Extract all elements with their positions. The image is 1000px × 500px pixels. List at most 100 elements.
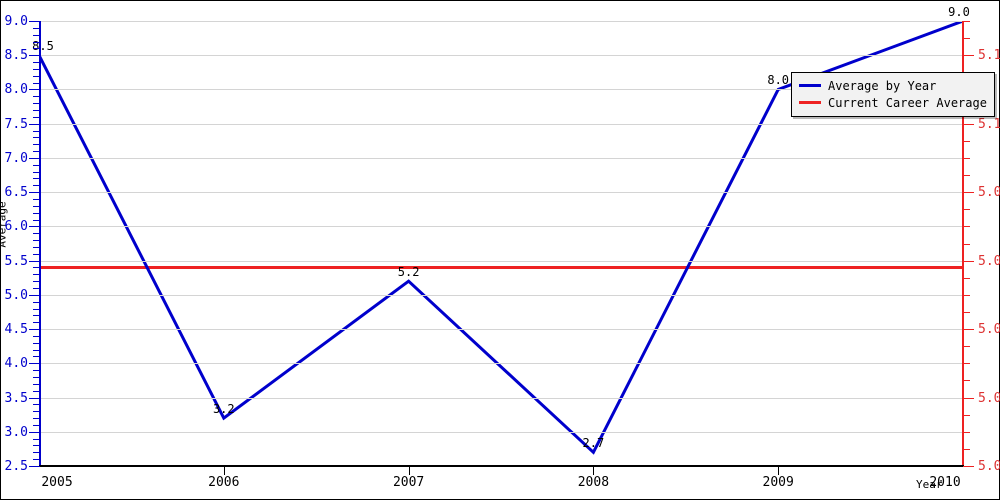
y-axis-left-tick (29, 55, 40, 57)
y-axis-left-minor-tick (33, 137, 40, 139)
y-axis-right-minor-tick (963, 380, 970, 382)
y-axis-left-tick-label: 9.0 (4, 14, 28, 29)
chart-container: 8.5 3.2 5.2 2.7 8.0 9.0 2.5 3.0 3.5 4.0 4.5 5.0 5.5… (0, 0, 1000, 500)
y-axis-left-minor-tick (33, 253, 40, 255)
y-axis-left-minor-tick (33, 424, 40, 426)
y-axis-left-minor-tick (33, 205, 40, 207)
y-axis-left-tick (29, 466, 40, 467)
y-axis-left-minor-tick (33, 315, 40, 317)
y-axis-right-tick-label: 5.12 (978, 48, 1000, 64)
y-axis-right-minor-tick (963, 140, 970, 142)
y-axis-right-minor-tick (963, 448, 970, 450)
y-axis-left-minor-tick (33, 246, 40, 248)
y-axis-left-tick (29, 226, 40, 228)
x-axis-title: Year (916, 478, 943, 491)
y-axis-right-tick-label: 5.06 (978, 253, 1000, 269)
y-axis-left-minor-tick (33, 240, 40, 242)
y-axis-right-minor-tick (963, 277, 970, 279)
y-axis-left-minor-tick (33, 390, 40, 392)
y-axis-left-tick-label: 4.5 (4, 322, 28, 338)
y-axis-left-minor-tick (33, 411, 40, 413)
y-axis-left-minor-tick (33, 349, 40, 351)
y-axis-left-minor-tick (33, 459, 40, 461)
y-axis-right-minor-tick (963, 363, 970, 365)
x-axis-tick-label: 2007 (392, 475, 425, 490)
data-point-label: 2.7 (582, 436, 605, 451)
y-axis-right-tick (963, 329, 974, 331)
y-axis-left-minor-tick (33, 164, 40, 166)
chart-legend[interactable]: Average by Year Current Career Average (791, 72, 995, 117)
y-axis-right-tick-label: 5.10 (978, 116, 1000, 132)
y-axis-right-minor-tick (963, 38, 970, 40)
y-axis-right-minor-tick (963, 226, 970, 228)
y-axis-left-minor-tick (33, 199, 40, 200)
data-point-label: 3.2 (212, 402, 235, 417)
y-axis-left-minor-tick (33, 68, 40, 70)
y-axis-left-minor-tick (33, 452, 40, 454)
y-axis-left-minor-tick (33, 48, 40, 50)
y-axis-right-tick-label: 5.00 (978, 459, 1000, 474)
gridline (39, 363, 963, 364)
y-axis-right-minor-tick (963, 311, 970, 313)
y-axis-left-tick (29, 260, 40, 262)
x-axis-tick-label: 2006 (208, 475, 240, 490)
gridline (39, 432, 963, 433)
y-axis-left-tick (29, 397, 40, 399)
y-axis-right-tick (963, 192, 974, 194)
x-axis-line (39, 465, 964, 467)
y-axis-left-minor-tick (33, 377, 40, 378)
gridline (39, 295, 963, 296)
y-axis-left-minor-tick (33, 335, 40, 337)
y-axis-left-minor-tick (33, 41, 40, 43)
y-axis-left-tick (29, 192, 40, 194)
y-axis-left-tick (29, 363, 40, 365)
y-axis-left-line (39, 21, 41, 467)
gridline (39, 192, 963, 193)
y-axis-left-tick-label: 7.5 (4, 116, 28, 132)
y-axis-left-tick-label: 2.5 (4, 459, 28, 474)
gridline (39, 124, 963, 125)
legend-label-current-career-average: Current Career Average (828, 95, 987, 110)
gridline (39, 329, 963, 330)
y-axis-left-tick-label: 7.0 (4, 150, 28, 166)
y-axis-left-tick (29, 329, 40, 331)
y-axis-left-tick (29, 431, 40, 433)
y-axis-right-tick (963, 123, 974, 125)
y-axis-right-tick (963, 55, 974, 57)
gridline (39, 55, 963, 56)
y-axis-right-tick (963, 397, 974, 399)
y-axis-left-minor-tick (33, 178, 40, 180)
y-axis-left-minor-tick (33, 356, 40, 358)
y-axis-left-minor-tick (33, 27, 40, 29)
gridline (39, 21, 963, 22)
legend-swatch-blue (799, 84, 821, 87)
y-axis-left-minor-tick (33, 171, 40, 173)
y-axis-right-tick-label: 5.04 (978, 322, 1000, 338)
y-axis-left-tick (29, 294, 40, 296)
y-axis-right-minor-tick (963, 209, 970, 211)
y-axis-left-minor-tick (33, 62, 40, 64)
y-axis-left-minor-tick (33, 151, 40, 153)
y-axis-left-minor-tick (33, 96, 40, 98)
y-axis-left-minor-tick (33, 233, 40, 235)
x-axis-tick (593, 467, 595, 475)
y-axis-left-tick-label: 3.0 (4, 424, 28, 440)
legend-item-average-by-year[interactable]: Average by Year (799, 77, 987, 94)
gridline (39, 398, 963, 399)
y-axis-left-tick (29, 123, 40, 125)
gridline (39, 261, 963, 262)
y-axis-left-minor-tick (33, 274, 40, 276)
y-axis-left-tick-label: 8.0 (4, 82, 28, 98)
y-axis-right-minor-tick (963, 175, 970, 177)
y-axis-left-minor-tick (33, 438, 40, 440)
y-axis-right-minor-tick (963, 21, 970, 22)
gridline (39, 158, 963, 159)
y-axis-left-tick-label: 8.5 (4, 48, 28, 64)
y-axis-left-tick (29, 89, 40, 91)
y-axis-left-minor-tick (33, 185, 40, 187)
y-axis-left-tick (29, 157, 40, 159)
legend-item-current-career-average[interactable]: Current Career Average (799, 94, 987, 111)
y-axis-right-minor-tick (963, 294, 970, 296)
y-axis-left-minor-tick (33, 288, 40, 289)
y-axis-right-tick-label: 5.02 (978, 390, 1000, 406)
